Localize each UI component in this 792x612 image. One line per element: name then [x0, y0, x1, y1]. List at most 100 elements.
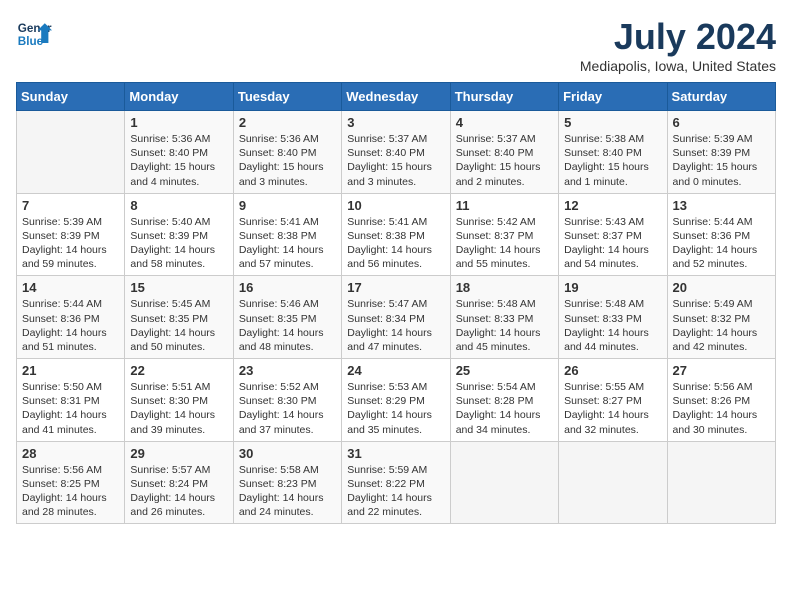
calendar-cell: 29Sunrise: 5:57 AM Sunset: 8:24 PM Dayli… — [125, 441, 233, 524]
day-info: Sunrise: 5:58 AM Sunset: 8:23 PM Dayligh… — [239, 464, 324, 519]
logo: General Blue — [16, 16, 52, 52]
calendar-cell: 14 Sunrise: 5:44 AM Sunset: 8:36 PM Dayli… — [17, 276, 125, 359]
calendar-cell: 28Sunrise: 5:56 AM Sunset: 8:25 PM Dayli… — [17, 441, 125, 524]
calendar-cell: 16Sunrise: 5:46 AM Sunset: 8:35 PM Dayli… — [233, 276, 341, 359]
calendar-cell: 24 Sunrise: 5:53 AM Sunset: 8:29 PM Dayli… — [342, 359, 450, 442]
day-number: 12 — [564, 198, 661, 213]
day-number: 30 — [239, 446, 336, 461]
header-day-sunday: Sunday — [17, 83, 125, 111]
day-number: 19 — [564, 280, 661, 295]
day-info: Sunrise: 5:37 AM Sunset: 8:40 PM Dayligh… — [347, 133, 432, 188]
calendar-week-5: 28Sunrise: 5:56 AM Sunset: 8:25 PM Dayli… — [17, 441, 776, 524]
calendar-cell: 9 Sunrise: 5:41 AM Sunset: 8:38 PM Daylig… — [233, 193, 341, 276]
page-header: General Blue July 2024 Mediapolis, Iowa,… — [16, 16, 776, 74]
calendar-cell: 30 Sunrise: 5:58 AM Sunset: 8:23 PM Dayli… — [233, 441, 341, 524]
calendar-table: SundayMondayTuesdayWednesdayThursdayFrid… — [16, 82, 776, 524]
day-info: Sunrise: 5:53 AM Sunset: 8:29 PM Dayligh… — [347, 381, 432, 436]
calendar-cell — [667, 441, 775, 524]
calendar-cell: 15 Sunrise: 5:45 AM Sunset: 8:35 PM Dayli… — [125, 276, 233, 359]
day-info: Sunrise: 5:59 AM Sunset: 8:22 PM Dayligh… — [347, 464, 432, 519]
header-day-friday: Friday — [559, 83, 667, 111]
day-number: 16 — [239, 280, 336, 295]
day-info: Sunrise: 5:41 AM Sunset: 8:38 PM Dayligh… — [347, 216, 432, 271]
day-number: 8 — [130, 198, 227, 213]
day-info: Sunrise: 5:44 AM Sunset: 8:36 PM Dayligh… — [673, 216, 758, 271]
calendar-cell — [17, 111, 125, 194]
header-day-saturday: Saturday — [667, 83, 775, 111]
day-info: Sunrise: 5:48 AM Sunset: 8:33 PM Dayligh… — [456, 298, 541, 353]
calendar-cell: 25 Sunrise: 5:54 AM Sunset: 8:28 PM Dayli… — [450, 359, 558, 442]
day-number: 24 — [347, 363, 444, 378]
day-number: 13 — [673, 198, 770, 213]
calendar-cell: 1 Sunrise: 5:36 AM Sunset: 8:40 PM Daylig… — [125, 111, 233, 194]
calendar-cell: 27Sunrise: 5:56 AM Sunset: 8:26 PM Dayli… — [667, 359, 775, 442]
day-number: 1 — [130, 115, 227, 130]
day-number: 6 — [673, 115, 770, 130]
day-info: Sunrise: 5:50 AM Sunset: 8:31 PM Dayligh… — [22, 381, 107, 436]
day-info: Sunrise: 5:47 AM Sunset: 8:34 PM Dayligh… — [347, 298, 432, 353]
calendar-cell: 26Sunrise: 5:55 AM Sunset: 8:27 PM Dayli… — [559, 359, 667, 442]
day-info: Sunrise: 5:45 AM Sunset: 8:35 PM Dayligh… — [130, 298, 215, 353]
day-number: 9 — [239, 198, 336, 213]
calendar-week-2: 7 Sunrise: 5:39 AM Sunset: 8:39 PM Daylig… — [17, 193, 776, 276]
day-info: Sunrise: 5:39 AM Sunset: 8:39 PM Dayligh… — [673, 133, 758, 188]
header-day-tuesday: Tuesday — [233, 83, 341, 111]
month-title: July 2024 — [580, 16, 776, 58]
day-number: 15 — [130, 280, 227, 295]
calendar-cell: 8 Sunrise: 5:40 AM Sunset: 8:39 PM Daylig… — [125, 193, 233, 276]
calendar-cell: 12 Sunrise: 5:43 AM Sunset: 8:37 PM Dayli… — [559, 193, 667, 276]
calendar-cell: 31Sunrise: 5:59 AM Sunset: 8:22 PM Dayli… — [342, 441, 450, 524]
calendar-body: 1 Sunrise: 5:36 AM Sunset: 8:40 PM Daylig… — [17, 111, 776, 524]
calendar-cell — [559, 441, 667, 524]
day-info: Sunrise: 5:36 AM Sunset: 8:40 PM Dayligh… — [130, 133, 215, 188]
location: Mediapolis, Iowa, United States — [580, 58, 776, 74]
calendar-cell: 5 Sunrise: 5:38 AM Sunset: 8:40 PM Daylig… — [559, 111, 667, 194]
day-number: 5 — [564, 115, 661, 130]
calendar-cell: 22 Sunrise: 5:51 AM Sunset: 8:30 PM Dayli… — [125, 359, 233, 442]
day-info: Sunrise: 5:41 AM Sunset: 8:38 PM Dayligh… — [239, 216, 324, 271]
calendar-cell: 20Sunrise: 5:49 AM Sunset: 8:32 PM Dayli… — [667, 276, 775, 359]
day-info: Sunrise: 5:38 AM Sunset: 8:40 PM Dayligh… — [564, 133, 649, 188]
day-info: Sunrise: 5:57 AM Sunset: 8:24 PM Dayligh… — [130, 464, 215, 519]
day-number: 25 — [456, 363, 553, 378]
calendar-cell: 7 Sunrise: 5:39 AM Sunset: 8:39 PM Daylig… — [17, 193, 125, 276]
header-day-thursday: Thursday — [450, 83, 558, 111]
day-number: 14 — [22, 280, 119, 295]
day-number: 26 — [564, 363, 661, 378]
calendar-cell: 4 Sunrise: 5:37 AM Sunset: 8:40 PM Daylig… — [450, 111, 558, 194]
day-info: Sunrise: 5:51 AM Sunset: 8:30 PM Dayligh… — [130, 381, 215, 436]
day-info: Sunrise: 5:43 AM Sunset: 8:37 PM Dayligh… — [564, 216, 649, 271]
day-info: Sunrise: 5:54 AM Sunset: 8:28 PM Dayligh… — [456, 381, 541, 436]
calendar-week-4: 21 Sunrise: 5:50 AM Sunset: 8:31 PM Dayli… — [17, 359, 776, 442]
calendar-cell: 21 Sunrise: 5:50 AM Sunset: 8:31 PM Dayli… — [17, 359, 125, 442]
day-number: 18 — [456, 280, 553, 295]
calendar-cell: 2Sunrise: 5:36 AM Sunset: 8:40 PM Daylig… — [233, 111, 341, 194]
day-info: Sunrise: 5:48 AM Sunset: 8:33 PM Dayligh… — [564, 298, 649, 353]
calendar-cell: 23 Sunrise: 5:52 AM Sunset: 8:30 PM Dayli… — [233, 359, 341, 442]
calendar-cell: 13 Sunrise: 5:44 AM Sunset: 8:36 PM Dayli… — [667, 193, 775, 276]
day-number: 21 — [22, 363, 119, 378]
calendar-week-1: 1 Sunrise: 5:36 AM Sunset: 8:40 PM Daylig… — [17, 111, 776, 194]
logo-icon: General Blue — [16, 16, 52, 52]
calendar-cell: 6 Sunrise: 5:39 AM Sunset: 8:39 PM Daylig… — [667, 111, 775, 194]
day-info: Sunrise: 5:42 AM Sunset: 8:37 PM Dayligh… — [456, 216, 541, 271]
calendar-cell: 10 Sunrise: 5:41 AM Sunset: 8:38 PM Dayli… — [342, 193, 450, 276]
day-number: 10 — [347, 198, 444, 213]
calendar-cell: 18 Sunrise: 5:48 AM Sunset: 8:33 PM Dayli… — [450, 276, 558, 359]
day-info: Sunrise: 5:37 AM Sunset: 8:40 PM Dayligh… — [456, 133, 541, 188]
day-info: Sunrise: 5:49 AM Sunset: 8:32 PM Dayligh… — [673, 298, 758, 353]
day-info: Sunrise: 5:52 AM Sunset: 8:30 PM Dayligh… — [239, 381, 324, 436]
day-number: 3 — [347, 115, 444, 130]
day-info: Sunrise: 5:40 AM Sunset: 8:39 PM Dayligh… — [130, 216, 215, 271]
day-number: 7 — [22, 198, 119, 213]
svg-text:Blue: Blue — [18, 35, 44, 48]
calendar-cell: 11Sunrise: 5:42 AM Sunset: 8:37 PM Dayli… — [450, 193, 558, 276]
calendar-cell: 17Sunrise: 5:47 AM Sunset: 8:34 PM Dayli… — [342, 276, 450, 359]
day-number: 4 — [456, 115, 553, 130]
day-number: 23 — [239, 363, 336, 378]
day-number: 28 — [22, 446, 119, 461]
day-info: Sunrise: 5:36 AM Sunset: 8:40 PM Dayligh… — [239, 133, 324, 188]
day-number: 22 — [130, 363, 227, 378]
day-info: Sunrise: 5:44 AM Sunset: 8:36 PM Dayligh… — [22, 298, 107, 353]
day-info: Sunrise: 5:39 AM Sunset: 8:39 PM Dayligh… — [22, 216, 107, 271]
